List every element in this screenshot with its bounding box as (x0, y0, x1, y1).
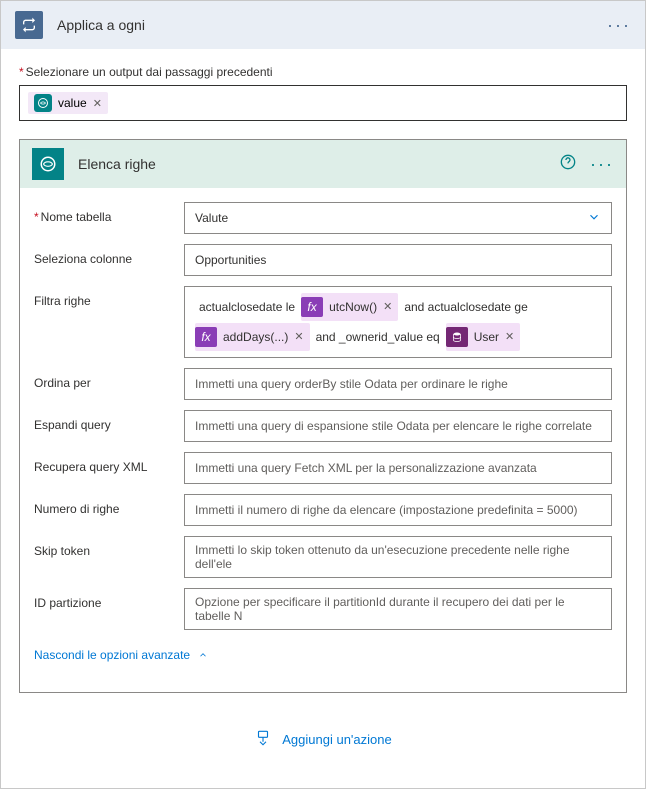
skip-token-placeholder: Immetti lo skip token ottenuto da un'ese… (195, 543, 601, 571)
table-name-label: Nome tabella (34, 202, 184, 224)
fetch-xml-placeholder: Immetti una query Fetch XML per la perso… (195, 461, 537, 475)
row-count-placeholder: Immetti il numero di righe da elencare (… (195, 503, 578, 517)
table-name-value: Valute (195, 211, 228, 225)
inner-card-header[interactable]: Elenca righe ··· (20, 140, 626, 188)
filter-text-1: actualclosedate le (199, 295, 295, 319)
expand-query-placeholder: Immetti una query di espansione stile Od… (195, 419, 592, 433)
remove-token-icon[interactable]: ✕ (505, 326, 514, 348)
more-menu-button[interactable]: ··· (607, 15, 631, 36)
dataverse-icon (34, 94, 52, 112)
select-output-label: Selezionare un output dai passaggi prece… (19, 65, 627, 79)
token-label: value (58, 96, 87, 110)
user-token[interactable]: User ✕ (446, 323, 521, 351)
select-columns-value: Opportunities (195, 253, 266, 267)
filter-rows-input[interactable]: actualclosedate le fx utcNow() ✕ and act… (184, 286, 612, 358)
select-columns-label: Seleziona colonne (34, 244, 184, 266)
select-columns-input[interactable]: Opportunities (184, 244, 612, 276)
adddays-token[interactable]: fx addDays(...) ✕ (195, 323, 310, 351)
card-title: Applica a ogni (57, 17, 607, 33)
card-header[interactable]: Applica a ogni ··· (1, 1, 645, 49)
database-icon (446, 327, 468, 347)
apply-to-each-card: Applica a ogni ··· Selezionare un output… (0, 0, 646, 789)
add-action-button[interactable]: Aggiungi un'azione (254, 729, 391, 750)
list-rows-card: Elenca righe ··· Nome tabella Valute (19, 139, 627, 693)
fx-icon: fx (195, 327, 217, 347)
expand-query-label: Espandi query (34, 410, 184, 432)
inner-more-menu-button[interactable]: ··· (590, 154, 614, 175)
inner-card-title: Elenca righe (78, 156, 560, 172)
select-output-input[interactable]: value ✕ (19, 85, 627, 121)
fx-icon: fx (301, 297, 323, 317)
fetch-xml-input[interactable]: Immetti una query Fetch XML per la perso… (184, 452, 612, 484)
remove-token-icon[interactable]: ✕ (383, 296, 392, 318)
order-by-placeholder: Immetti una query orderBy stile Odata pe… (195, 377, 508, 391)
value-token[interactable]: value ✕ (28, 92, 108, 114)
help-icon[interactable] (560, 154, 576, 175)
partition-id-placeholder: Opzione per specificare il partitionId d… (195, 595, 601, 623)
remove-token-icon[interactable]: ✕ (294, 326, 303, 348)
row-count-input[interactable]: Immetti il numero di righe da elencare (… (184, 494, 612, 526)
card-body: Selezionare un output dai passaggi prece… (1, 49, 645, 788)
skip-token-label: Skip token (34, 536, 184, 558)
add-step-icon (254, 729, 272, 750)
partition-id-input[interactable]: Opzione per specificare il partitionId d… (184, 588, 612, 630)
skip-token-input[interactable]: Immetti lo skip token ottenuto da un'ese… (184, 536, 612, 578)
chevron-down-icon (587, 210, 601, 227)
filter-text-2: and actualclosedate ge (404, 295, 527, 319)
hide-advanced-link[interactable]: Nascondi le opzioni avanzate (34, 640, 208, 682)
loop-icon (15, 11, 43, 39)
row-count-label: Numero di righe (34, 494, 184, 516)
filter-text-3: and _ownerid_value eq (316, 325, 440, 349)
remove-token-icon[interactable]: ✕ (93, 97, 102, 110)
order-by-input[interactable]: Immetti una query orderBy stile Odata pe… (184, 368, 612, 400)
table-name-dropdown[interactable]: Valute (184, 202, 612, 234)
chevron-up-icon (198, 650, 208, 660)
add-action-section: Aggiungi un'azione (19, 693, 627, 772)
order-by-label: Ordina per (34, 368, 184, 390)
partition-id-label: ID partizione (34, 588, 184, 610)
filter-rows-label: Filtra righe (34, 286, 184, 308)
fetch-xml-label: Recupera query XML (34, 452, 184, 474)
expand-query-input[interactable]: Immetti una query di espansione stile Od… (184, 410, 612, 442)
utcnow-token[interactable]: fx utcNow() ✕ (301, 293, 398, 321)
inner-card-body: Nome tabella Valute Seleziona colonne Op… (20, 188, 626, 692)
dataverse-logo-icon (32, 148, 64, 180)
